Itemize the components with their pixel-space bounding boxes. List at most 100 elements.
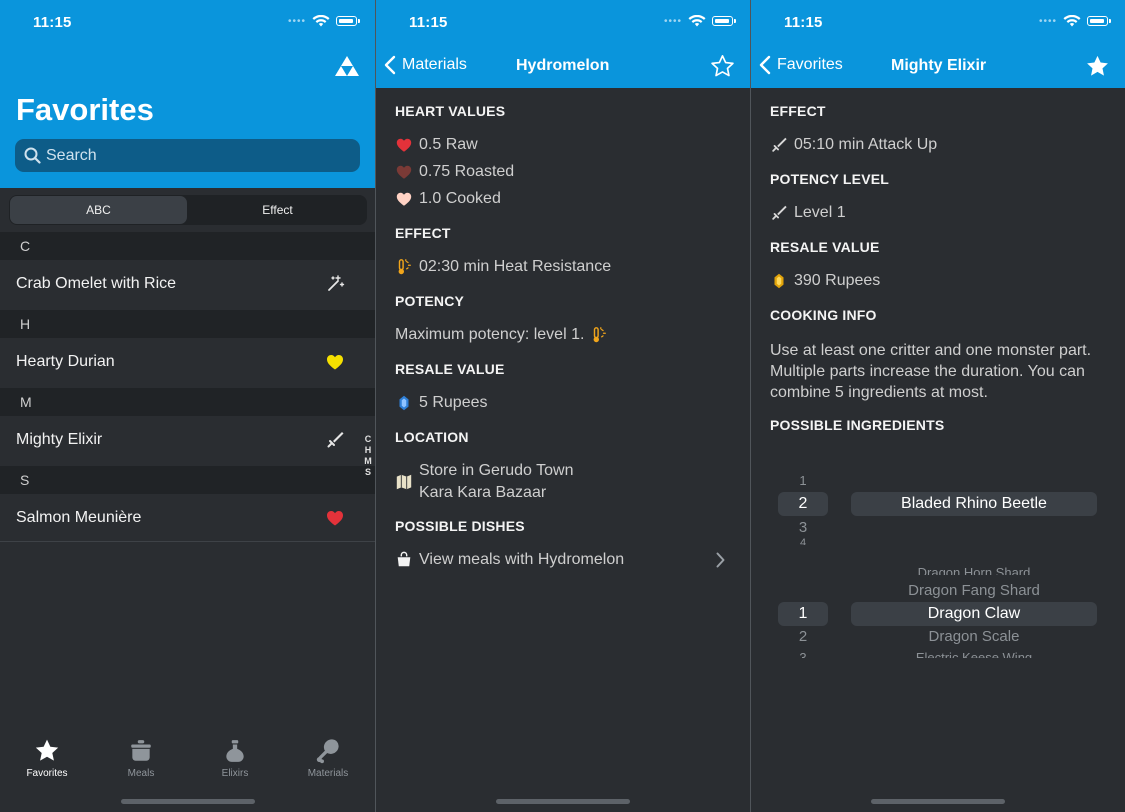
section-header-m: M bbox=[0, 388, 375, 416]
search-field[interactable]: Search bbox=[15, 139, 360, 172]
red-heart-icon bbox=[327, 511, 343, 526]
list-item-label: Mighty Elixir bbox=[16, 431, 103, 448]
picker-count-selected[interactable]: 2 bbox=[778, 495, 828, 513]
gold-rupee-icon bbox=[774, 273, 784, 289]
heat-thermometer-icon bbox=[594, 327, 607, 343]
picker-ingredient-option[interactable]: Dragon Horn Shard bbox=[851, 565, 1097, 575]
home-indicator bbox=[871, 799, 1005, 804]
heart-value-cooked: 1.0 Cooked bbox=[395, 190, 501, 208]
back-label: Favorites bbox=[777, 56, 843, 73]
sparkle-icon bbox=[328, 275, 345, 291]
list-item[interactable]: Salmon Meunière bbox=[0, 494, 375, 542]
back-button[interactable]: Materials bbox=[384, 55, 467, 75]
home-indicator bbox=[121, 799, 255, 804]
resale-value: 390 Rupees bbox=[770, 272, 880, 290]
star-filled-icon[interactable] bbox=[1085, 54, 1110, 79]
picker-ingredient-option[interactable]: Dragon Scale bbox=[851, 628, 1097, 645]
search-icon bbox=[24, 147, 41, 164]
picker-count-option[interactable]: 1 bbox=[778, 473, 828, 488]
section-resale: RESALE VALUE bbox=[770, 239, 880, 255]
mighty-elixir-screen: 11:15 •••• Favorites Mighty Elixir EFFEC… bbox=[751, 0, 1125, 812]
section-effect: EFFECT bbox=[770, 103, 826, 119]
wifi-icon bbox=[312, 15, 330, 27]
status-icons: •••• bbox=[664, 15, 736, 27]
tab-label: Elixirs bbox=[221, 768, 249, 779]
favorites-header: 11:15 •••• Favorites Search bbox=[0, 0, 375, 188]
section-header-s: S bbox=[0, 466, 375, 494]
picker-count-option[interactable]: 4 bbox=[778, 537, 828, 545]
chevron-left-icon bbox=[384, 55, 396, 75]
tab-label: Meals bbox=[127, 768, 155, 779]
section-heart-values: HEART VALUES bbox=[395, 103, 506, 119]
tab-meals[interactable]: Meals bbox=[101, 738, 181, 779]
battery-icon bbox=[1087, 16, 1111, 26]
list-item[interactable]: Mighty Elixir bbox=[0, 416, 375, 464]
tab-favorites[interactable]: Favorites bbox=[7, 738, 87, 779]
back-label: Materials bbox=[402, 56, 467, 73]
bag-icon bbox=[397, 551, 411, 567]
triforce-icon[interactable] bbox=[335, 56, 359, 76]
location-line-1: Store in Gerudo Town bbox=[419, 462, 574, 479]
chevron-right-icon bbox=[716, 552, 725, 568]
effect-value: 02:30 min Heat Resistance bbox=[395, 258, 611, 276]
list-item[interactable]: Hearty Durian bbox=[0, 338, 375, 386]
index-letter[interactable]: S bbox=[362, 467, 374, 478]
tab-materials[interactable]: Materials bbox=[288, 738, 368, 779]
section-index[interactable]: C H M S bbox=[362, 434, 374, 478]
wifi-icon bbox=[688, 15, 706, 27]
potency-value: Level 1 bbox=[770, 204, 846, 222]
picker-count-option[interactable]: 2 bbox=[778, 628, 828, 645]
star-outline-icon[interactable] bbox=[710, 54, 735, 79]
sword-icon bbox=[772, 205, 787, 220]
resale-value: 5 Rupees bbox=[395, 394, 488, 412]
section-cooking-info: COOKING INFO bbox=[770, 307, 877, 323]
section-ingredients: POSSIBLE INGREDIENTS bbox=[770, 417, 945, 433]
flask-icon bbox=[226, 740, 244, 762]
home-indicator bbox=[496, 799, 630, 804]
picker-ingredient-selected[interactable]: Bladed Rhino Beetle bbox=[851, 495, 1097, 513]
picker-ingredient-option[interactable]: Dragon Fang Shard bbox=[851, 582, 1097, 599]
status-icons: •••• bbox=[1038, 15, 1111, 27]
pot-icon bbox=[131, 740, 151, 761]
index-letter[interactable]: H bbox=[362, 445, 374, 456]
status-icons: •••• bbox=[287, 15, 360, 27]
segment-abc[interactable]: ABC bbox=[10, 196, 187, 224]
section-location: LOCATION bbox=[395, 429, 469, 445]
tab-label: Materials bbox=[307, 768, 349, 779]
signal-icon: •••• bbox=[287, 15, 306, 27]
heart-value-roasted: 0.75 Roasted bbox=[395, 163, 514, 181]
list-item[interactable]: Crab Omelet with Rice bbox=[0, 260, 375, 308]
section-effect: EFFECT bbox=[395, 225, 451, 241]
section-potency: POTENCY LEVEL bbox=[770, 171, 890, 187]
list-item-label: Crab Omelet with Rice bbox=[16, 275, 177, 292]
red-heart-icon bbox=[396, 138, 412, 152]
section-header-h: H bbox=[0, 310, 375, 338]
tab-elixirs[interactable]: Elixirs bbox=[195, 738, 275, 779]
picker-ingredient-selected[interactable]: Dragon Claw bbox=[851, 605, 1097, 623]
location-line-2: Kara Kara Bazaar bbox=[419, 484, 547, 501]
sort-segmented-control[interactable]: ABC Effect bbox=[9, 195, 367, 225]
view-meals-link[interactable]: View meals with Hydromelon bbox=[395, 551, 725, 569]
status-time: 11:15 bbox=[33, 14, 72, 31]
back-button[interactable]: Favorites bbox=[759, 55, 843, 75]
star-icon bbox=[35, 739, 59, 761]
picker-count-option[interactable]: 3 bbox=[778, 519, 828, 536]
heat-thermometer-icon bbox=[398, 259, 411, 275]
map-icon bbox=[396, 474, 412, 490]
battery-icon bbox=[712, 16, 736, 26]
signal-icon: •••• bbox=[1038, 15, 1057, 27]
index-letter[interactable]: M bbox=[362, 456, 374, 467]
picker-count-selected[interactable]: 1 bbox=[778, 605, 828, 623]
hydromelon-screen: 11:15 •••• Materials Hydromelon HEART VA… bbox=[376, 0, 751, 812]
nav-title: Mighty Elixir bbox=[891, 57, 987, 74]
tab-label: Favorites bbox=[26, 768, 68, 779]
segment-effect[interactable]: Effect bbox=[189, 196, 366, 224]
picker-count-option[interactable]: 3 bbox=[778, 650, 828, 658]
battery-icon bbox=[336, 16, 360, 26]
nav-header: 11:15 •••• Favorites Mighty Elixir bbox=[751, 0, 1125, 88]
section-potency: POTENCY bbox=[395, 293, 465, 309]
status-time: 11:15 bbox=[784, 14, 823, 31]
nav-title: Hydromelon bbox=[516, 57, 610, 74]
picker-ingredient-option[interactable]: Electric Keese Wing bbox=[851, 650, 1097, 658]
index-letter[interactable]: C bbox=[362, 434, 374, 445]
